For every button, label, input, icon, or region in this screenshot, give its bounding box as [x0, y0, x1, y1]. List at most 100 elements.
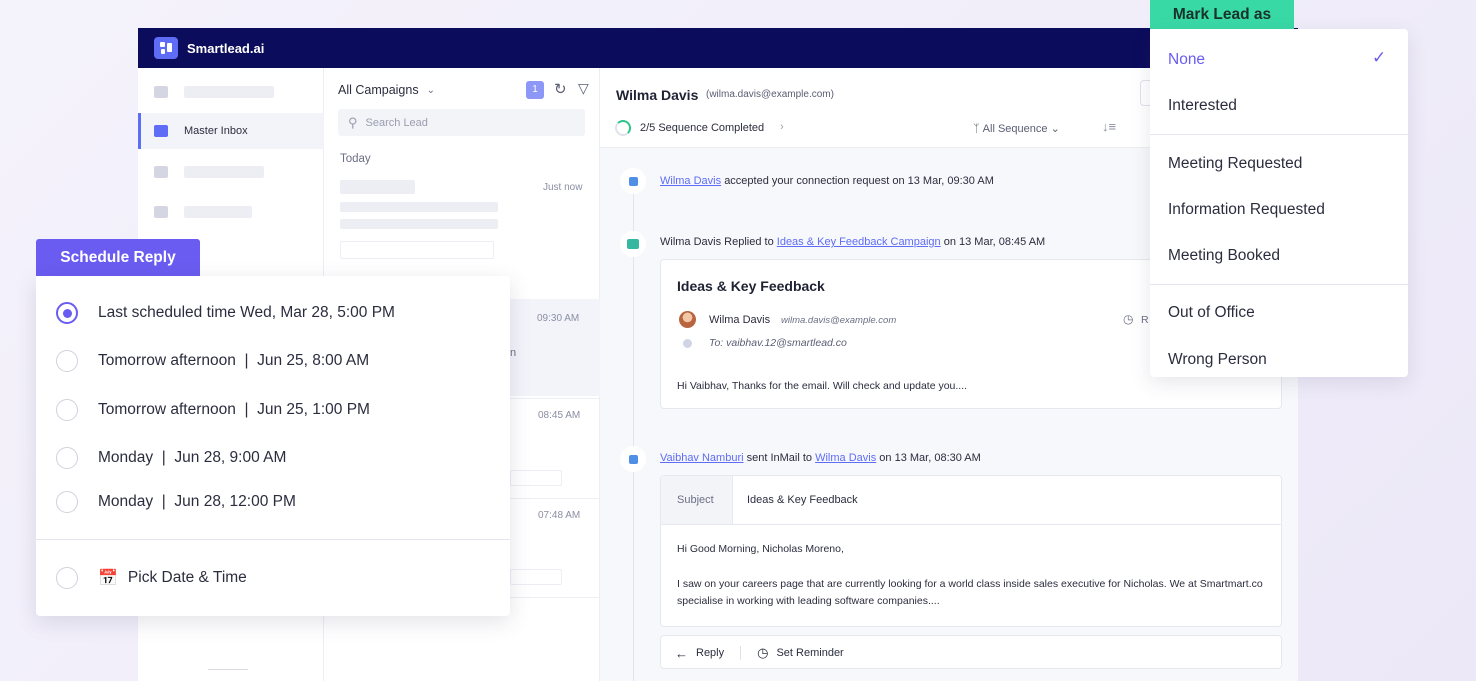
search-input[interactable]: ⚲ Search Lead	[338, 109, 585, 136]
schedule-reply-title: Schedule Reply	[36, 239, 200, 276]
pick-date-label: Pick Date & Time	[127, 569, 247, 586]
puzzle-icon	[154, 206, 168, 218]
sender-link[interactable]: Vaibhav Namburi	[660, 452, 744, 464]
subject-value: Ideas & Key Feedback	[747, 494, 858, 506]
reply-icon: ←	[675, 645, 688, 661]
campaign-link[interactable]: Ideas & Key Feedback Campaign	[777, 236, 941, 248]
chevron-down-icon[interactable]: ⌄	[427, 85, 435, 96]
placeholder-bar	[340, 180, 415, 194]
schedule-option[interactable]: Monday | Jun 28, 9:00 AM	[56, 447, 286, 469]
top-bar: Smartlead.ai	[138, 28, 1298, 68]
event-text: on 13 Mar, 08:45 AM	[943, 236, 1046, 248]
radio[interactable]	[56, 399, 78, 421]
sidebar-item[interactable]	[138, 194, 324, 230]
radio[interactable]	[56, 447, 78, 469]
reply-event-icon	[620, 231, 646, 257]
menu-item-meeting-booked[interactable]: Meeting Booked	[1168, 247, 1280, 265]
message-body: Hi Vaibhav, Thanks for the email. Will c…	[677, 380, 968, 392]
chevron-down-icon: ⌄	[1050, 123, 1060, 135]
placeholder-bar	[510, 470, 562, 486]
list-item-text: n	[510, 347, 517, 359]
action-buttons: ← Reply ◷ Set Reminder	[675, 645, 844, 661]
logo-icon	[154, 37, 178, 59]
search-placeholder: Search Lead	[365, 116, 428, 129]
mark-lead-dropdown: None ✓ Interested Meeting Requested Info…	[1150, 29, 1408, 377]
menu-item-information-requested[interactable]: Information Requested	[1168, 201, 1325, 219]
placeholder-bar	[340, 202, 498, 212]
refresh-icon[interactable]: ↻	[554, 80, 567, 98]
filter-icon[interactable]: ▽	[578, 80, 589, 97]
pick-date-option[interactable]: 📅 Pick Date & Time	[56, 567, 247, 589]
divider	[740, 646, 742, 660]
schedule-option-label: Monday | Jun 28, 12:00 PM	[98, 493, 296, 510]
linkedin-event-icon	[620, 168, 646, 194]
progress-ring-icon	[615, 120, 631, 136]
sequence-status[interactable]: 2/5 Sequence Completed	[640, 122, 764, 134]
list-item-time: 07:48 AM	[538, 510, 581, 521]
set-reminder-button[interactable]: Set Reminder	[776, 647, 843, 659]
radio[interactable]	[56, 567, 78, 589]
event-text: on 13 Mar, 08:30 AM	[879, 452, 981, 464]
message-greeting: Hi Good Morning, Nicholas Moreno,	[677, 543, 844, 555]
sidebar-item-master-inbox[interactable]: Master Inbox	[138, 113, 324, 149]
menu-item-meeting-requested[interactable]: Meeting Requested	[1168, 155, 1302, 173]
from-email: wilma.davis@example.com	[781, 315, 897, 326]
schedule-option-label: Tomorrow afternoon | Jun 25, 8:00 AM	[98, 352, 370, 369]
schedule-option[interactable]: Tomorrow afternoon | Jun 25, 8:00 AM	[56, 350, 369, 372]
menu-item-none[interactable]: None	[1168, 51, 1205, 69]
card-time: R	[1141, 314, 1149, 326]
sort-icon[interactable]: ↓≡	[1102, 119, 1116, 134]
menu-item-interested[interactable]: Interested	[1168, 97, 1237, 115]
clock-icon: ◷	[757, 645, 769, 660]
recipient-link[interactable]: Wilma Davis	[815, 452, 876, 464]
list-header: All Campaigns ⌄ 1 ↻ ▽	[338, 80, 589, 100]
event-actor: Wilma Davis Replied to	[660, 236, 774, 248]
sidebar-item-label: Master Inbox	[184, 125, 248, 137]
schedule-reply-popup: Last scheduled time Wed, Mar 28, 5:00 PM…	[36, 276, 510, 616]
action-bar: ← Reply ◷ Set Reminder	[660, 635, 1282, 669]
lead-name: Wilma Davis	[616, 87, 699, 103]
subject-label: Subject	[677, 494, 714, 506]
calendar-icon: 📅	[98, 570, 118, 587]
clock-icon: ◷	[1123, 312, 1134, 326]
nav-placeholder	[184, 206, 252, 218]
schedule-option-label: Tomorrow afternoon | Jun 25, 1:00 PM	[98, 401, 370, 418]
schedule-option[interactable]: Monday | Jun 28, 12:00 PM	[56, 491, 296, 513]
timeline-event: Vaibhav Namburi sent InMail to Wilma Dav…	[660, 452, 981, 464]
timeline-line	[633, 190, 634, 681]
message-body: I saw on your careers page that are curr…	[677, 578, 1263, 607]
sidebar-item[interactable]	[138, 154, 324, 190]
chevron-right-icon[interactable]: ›	[780, 121, 784, 133]
to-address: To: vaibhav.12@smartlead.co	[709, 337, 847, 349]
brand-name: Smartlead.ai	[187, 40, 265, 56]
sidebar-item	[138, 651, 324, 681]
radio-selected[interactable]	[56, 302, 78, 324]
menu-item-wrong-person[interactable]: Wrong Person	[1168, 351, 1267, 369]
nav-placeholder	[184, 166, 264, 178]
placeholder-bar	[510, 569, 562, 585]
divider	[1150, 134, 1408, 135]
radio[interactable]	[56, 491, 78, 513]
linkedin-event-icon	[620, 446, 646, 472]
sidebar-item[interactable]	[138, 74, 324, 110]
divider	[661, 524, 1281, 525]
mail-icon	[154, 166, 168, 178]
lead-email: (wilma.davis@example.com)	[706, 89, 834, 100]
lead-link[interactable]: Wilma Davis	[660, 175, 721, 187]
timeline-event: Wilma Davis Replied to Ideas & Key Feedb…	[660, 236, 1045, 248]
radio[interactable]	[56, 350, 78, 372]
event-text: sent InMail to	[746, 452, 813, 464]
campaign-select[interactable]: All Campaigns	[338, 83, 419, 97]
branch-icon: ᛉ	[973, 123, 980, 135]
inbox-icon	[154, 125, 168, 137]
timeline-event: Wilma Davis accepted your connection req…	[660, 175, 994, 187]
schedule-option[interactable]: Tomorrow afternoon | Jun 25, 1:00 PM	[56, 399, 370, 421]
menu-item-out-of-office[interactable]: Out of Office	[1168, 304, 1255, 322]
nav-placeholder	[184, 86, 274, 98]
reply-button[interactable]: Reply	[696, 647, 724, 659]
sequence-filter-label: All Sequence	[982, 123, 1048, 135]
list-item-time: 09:30 AM	[537, 313, 580, 324]
sequence-filter[interactable]: ᛉ All Sequence ⌄	[973, 122, 1060, 135]
schedule-option[interactable]: Last scheduled time Wed, Mar 28, 5:00 PM	[56, 302, 395, 324]
schedule-option-label: Last scheduled time Wed, Mar 28, 5:00 PM	[98, 304, 395, 321]
